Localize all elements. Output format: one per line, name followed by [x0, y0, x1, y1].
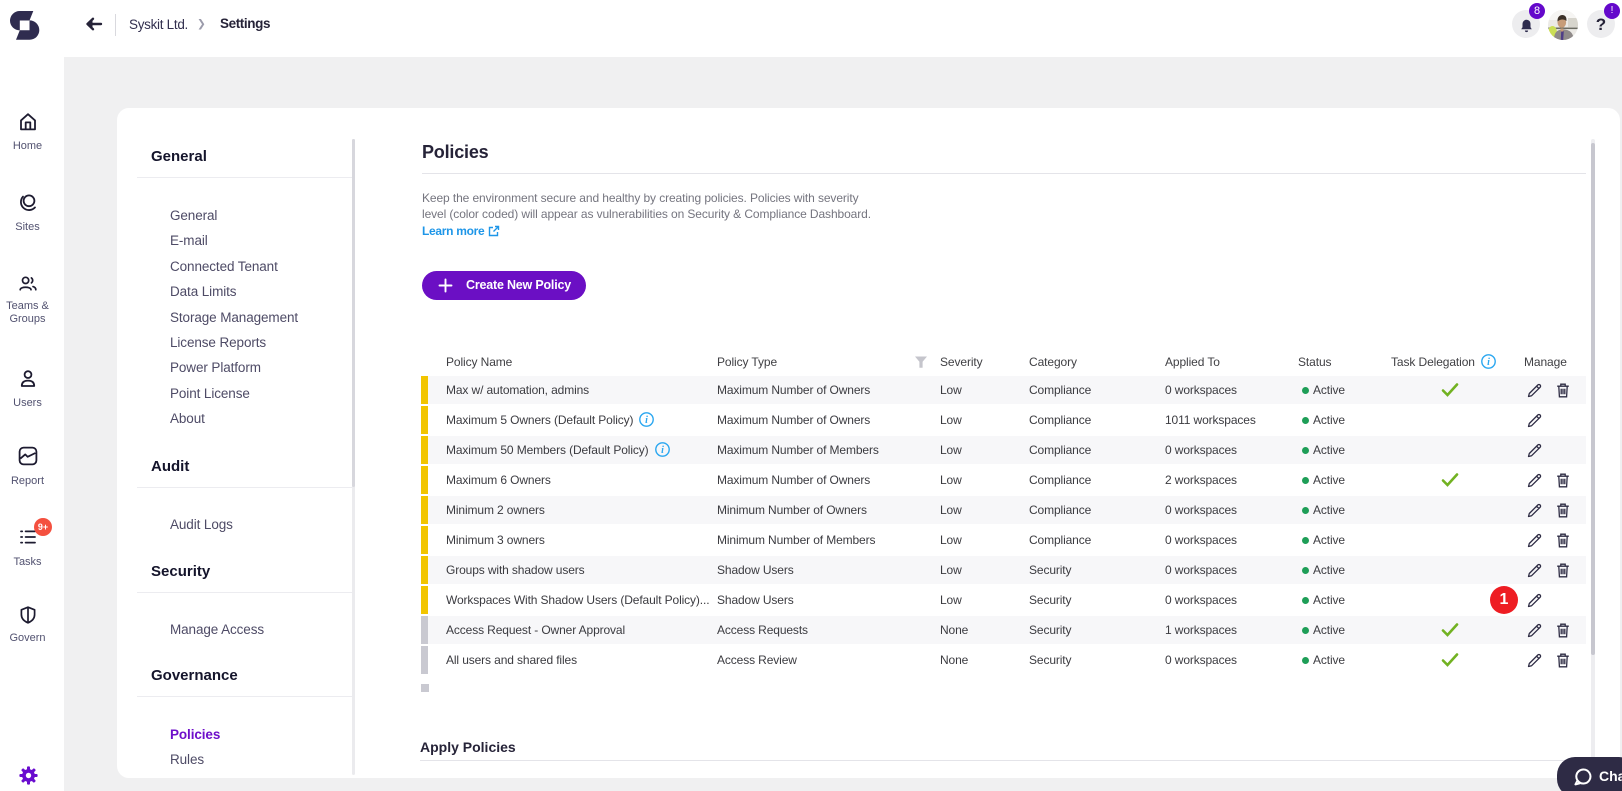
svg-text:i: i — [1487, 357, 1490, 368]
svg-text:i: i — [646, 415, 649, 426]
svg-text:i: i — [661, 445, 664, 456]
